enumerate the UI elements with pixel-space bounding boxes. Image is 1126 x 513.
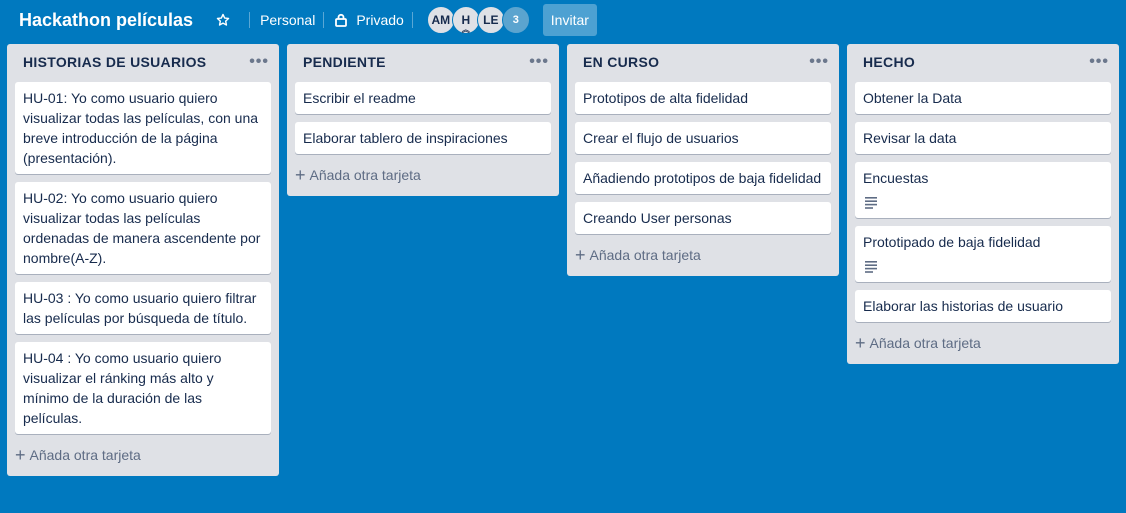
list-header: HECHO ••• — [847, 44, 1119, 80]
star-icon — [216, 13, 230, 26]
list-header: EN CURSO ••• — [567, 44, 839, 80]
add-card-label: Añada otra tarjeta — [309, 167, 421, 183]
board-title[interactable]: Hackathon películas — [19, 10, 193, 31]
list-menu-icon[interactable]: ••• — [249, 54, 269, 70]
card-title: Crear el flujo de usuarios — [583, 130, 739, 146]
card-title: Creando User personas — [583, 210, 732, 226]
lock-icon — [335, 13, 348, 27]
add-card-label: Añada otra tarjeta — [869, 335, 981, 351]
card-list: Obtener la Data Revisar la data Encuestas P… — [847, 80, 1119, 322]
list-header: HISTORIAS DE USUARIOS ••• — [7, 44, 279, 80]
card-title: Prototipado de baja fidelidad — [863, 234, 1041, 250]
card-title: Añadiendo prototipos de baja fidelidad — [583, 170, 822, 186]
header-divider — [249, 12, 251, 28]
add-card-label: Añada otra tarjeta — [589, 247, 701, 263]
card[interactable]: Prototipos de alta fidelidad — [575, 82, 831, 114]
list-title[interactable]: HISTORIAS DE USUARIOS — [23, 54, 206, 70]
list: EN CURSO ••• Prototipos de alta fidelidad C… — [567, 44, 839, 276]
description-icon — [865, 261, 877, 273]
plus-icon: + — [15, 445, 26, 465]
list-title[interactable]: EN CURSO — [583, 54, 659, 70]
list-title[interactable]: PENDIENTE — [303, 54, 386, 70]
list-menu-icon[interactable]: ••• — [1089, 54, 1109, 70]
card[interactable]: Elaborar las historias de usuario — [855, 290, 1111, 322]
card[interactable]: Prototipado de baja fidelidad — [855, 226, 1111, 282]
member-avatar[interactable]: LE — [476, 6, 505, 34]
list: HISTORIAS DE USUARIOS ••• HU-01: Yo como u… — [7, 44, 279, 476]
description-icon — [865, 197, 877, 209]
card[interactable]: Crear el flujo de usuarios — [575, 122, 831, 154]
card-title: Encuestas — [863, 170, 929, 186]
member-avatar[interactable]: AM — [426, 6, 455, 34]
card-title: Prototipos de alta fidelidad — [583, 90, 748, 106]
card-badges — [863, 194, 1103, 212]
header-divider — [323, 12, 325, 28]
board-canvas: HISTORIAS DE USUARIOS ••• HU-01: Yo como u… — [7, 44, 1126, 476]
list: HECHO ••• Obtener la Data Revisar la data En… — [847, 44, 1119, 364]
list-menu-icon[interactable]: ••• — [529, 54, 549, 70]
card[interactable]: HU-03 : Yo como usuario quiero filtrar l… — [15, 282, 271, 334]
list-title[interactable]: HECHO — [863, 54, 915, 70]
list-header: PENDIENTE ••• — [287, 44, 559, 80]
visibility-label: Privado — [356, 12, 404, 28]
team-button[interactable]: Personal — [260, 4, 315, 36]
card-badges — [863, 258, 1103, 276]
card-title: HU-01: Yo como usuario quiero visualizar… — [23, 90, 259, 166]
add-card-button[interactable]: + Añada otra tarjeta — [11, 440, 271, 470]
card-title: HU-02: Yo como usuario quiero visualizar… — [23, 190, 261, 266]
card-title: HU-03 : Yo como usuario quiero filtrar l… — [23, 290, 257, 326]
card-title: HU-04 : Yo como usuario quiero visualiza… — [23, 350, 222, 426]
card[interactable]: Obtener la Data — [855, 82, 1111, 114]
invite-button[interactable]: Invitar — [542, 4, 597, 36]
plus-icon: + — [855, 333, 866, 353]
add-card-button[interactable]: + Añada otra tarjeta — [571, 240, 831, 270]
card-list: Prototipos de alta fidelidad Crear el flu… — [567, 80, 839, 234]
card[interactable]: HU-02: Yo como usuario quiero visualizar… — [15, 182, 271, 274]
board-header: Hackathon películas Personal Privado AM … — [0, 0, 1126, 40]
plus-icon: + — [295, 165, 306, 185]
visibility-button[interactable]: Privado — [334, 4, 404, 36]
card[interactable]: Creando User personas — [575, 202, 831, 234]
admin-chevron-icon: ︽ — [461, 25, 470, 34]
member-avatar[interactable]: H ︽ — [451, 6, 480, 34]
star-board-button[interactable] — [215, 4, 231, 36]
card-title: Escribir el readme — [303, 90, 416, 106]
card[interactable]: Elaborar tablero de inspiraciones — [295, 122, 551, 154]
list-menu-icon[interactable]: ••• — [809, 54, 829, 70]
add-card-label: Añada otra tarjeta — [29, 447, 141, 463]
card-title: Elaborar tablero de inspiraciones — [303, 130, 508, 146]
card-title: Revisar la data — [863, 130, 957, 146]
card-list: Escribir el readme Elaborar tablero de in… — [287, 80, 559, 154]
board-members: AM H ︽ LE 3 — [426, 6, 530, 34]
card-title: Obtener la Data — [863, 90, 962, 106]
card[interactable]: HU-01: Yo como usuario quiero visualizar… — [15, 82, 271, 174]
card[interactable]: Escribir el readme — [295, 82, 551, 114]
header-divider — [411, 12, 413, 28]
card[interactable]: Añadiendo prototipos de baja fidelidad — [575, 162, 831, 194]
card-title: Elaborar las historias de usuario — [863, 298, 1063, 314]
card[interactable]: Encuestas — [855, 162, 1111, 218]
card[interactable]: Revisar la data — [855, 122, 1111, 154]
add-card-button[interactable]: + Añada otra tarjeta — [851, 328, 1111, 358]
plus-icon: + — [575, 245, 586, 265]
add-card-button[interactable]: + Añada otra tarjeta — [291, 160, 551, 190]
card-list: HU-01: Yo como usuario quiero visualizar… — [7, 80, 279, 434]
more-members-badge[interactable]: 3 — [501, 6, 530, 34]
card[interactable]: HU-04 : Yo como usuario quiero visualiza… — [15, 342, 271, 434]
list: PENDIENTE ••• Escribir el readme Elaborar t… — [287, 44, 559, 196]
